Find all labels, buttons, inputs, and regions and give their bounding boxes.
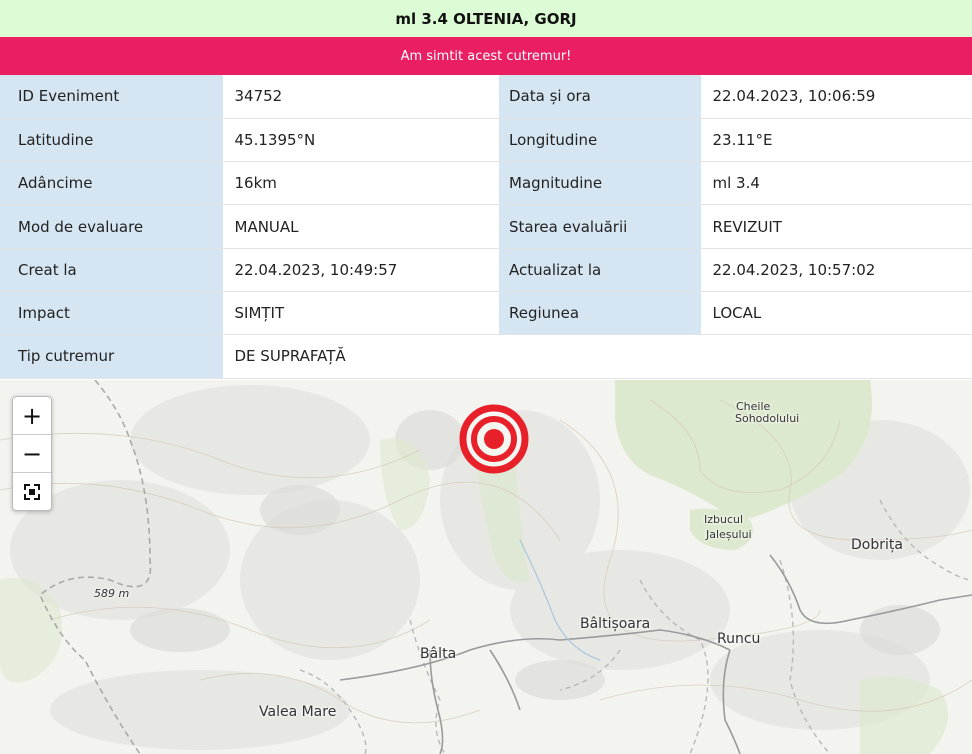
table-row: Mod de evaluare MANUAL Starea evaluării … <box>0 204 972 249</box>
table-row: Creat la 22.04.2023, 10:49:57 Actualizat… <box>0 248 972 292</box>
created-value: 22.04.2023, 10:49:57 <box>223 248 499 292</box>
datetime-label: Data și ora <box>499 75 702 119</box>
earthquake-type-label: Tip cutremur <box>0 334 224 379</box>
map-terrain <box>0 380 972 754</box>
depth-value: 16km <box>223 161 499 206</box>
fullscreen-button[interactable] <box>13 473 51 510</box>
magnitude-value: ml 3.4 <box>701 161 972 206</box>
datetime-value: 22.04.2023, 10:06:59 <box>701 75 972 119</box>
updated-value: 22.04.2023, 10:57:02 <box>701 248 972 292</box>
evaluation-status-label: Starea evaluării <box>499 204 702 249</box>
created-label: Creat la <box>0 248 224 292</box>
map-label-jalesului: Jaleșului <box>706 528 752 541</box>
table-row: Tip cutremur DE SUPRAFAȚĂ <box>0 334 972 379</box>
longitude-label: Longitudine <box>499 118 702 163</box>
magnitude-label: Magnitudine <box>499 161 702 206</box>
evaluation-mode-value: MANUAL <box>223 204 499 249</box>
event-title: ml 3.4 OLTENIA, GORJ <box>0 0 972 38</box>
earthquake-type-value: DE SUPRAFAȚĂ <box>223 334 972 379</box>
depth-label: Adâncime <box>0 161 224 206</box>
updated-label: Actualizat la <box>499 248 702 292</box>
map[interactable]: Cheile Sohodolului Izbucul Jaleșului Dob… <box>0 380 972 754</box>
impact-label: Impact <box>0 291 224 336</box>
map-label-balta: Bâlta <box>420 646 457 662</box>
map-label-elevation: 589 m <box>94 587 130 600</box>
longitude-value: 23.11°E <box>701 118 972 163</box>
table-row: Adâncime 16km Magnitudine ml 3.4 <box>0 161 972 206</box>
table-row: ID Eveniment 34752 Data și ora 22.04.202… <box>0 75 972 119</box>
felt-earthquake-button[interactable]: Am simtit acest cutremur! <box>0 37 972 75</box>
map-label-runcu: Runcu <box>717 631 761 647</box>
fullscreen-icon <box>24 483 40 500</box>
map-label-izbucul: Izbucul <box>704 513 744 526</box>
evaluation-mode-label: Mod de evaluare <box>0 204 224 249</box>
table-row: Latitudine 45.1395°N Longitudine 23.11°E <box>0 118 972 163</box>
epicenter-marker[interactable] <box>459 404 529 474</box>
map-label-sohodolului: Sohodolului <box>735 412 800 425</box>
impact-value: SIMȚIT <box>223 291 499 336</box>
map-label-baltisoara: Bâltișoara <box>580 616 651 632</box>
region-value: LOCAL <box>701 291 972 336</box>
evaluation-status-value: REVIZUIT <box>701 204 972 249</box>
latitude-value: 45.1395°N <box>223 118 499 163</box>
event-id-label: ID Eveniment <box>0 75 224 119</box>
latitude-label: Latitudine <box>0 118 224 163</box>
map-label-dobrita: Dobrița <box>851 537 903 553</box>
table-row: Impact SIMȚIT Regiunea LOCAL <box>0 291 972 336</box>
map-label-valea-mare: Valea Mare <box>259 704 337 720</box>
event-details-table: ID Eveniment 34752 Data și ora 22.04.202… <box>0 75 972 379</box>
event-id-value: 34752 <box>223 75 499 119</box>
region-label: Regiunea <box>499 291 702 336</box>
map-zoom-control: + − <box>12 396 52 511</box>
zoom-in-button[interactable]: + <box>13 397 51 435</box>
zoom-out-button[interactable]: − <box>13 435 51 473</box>
